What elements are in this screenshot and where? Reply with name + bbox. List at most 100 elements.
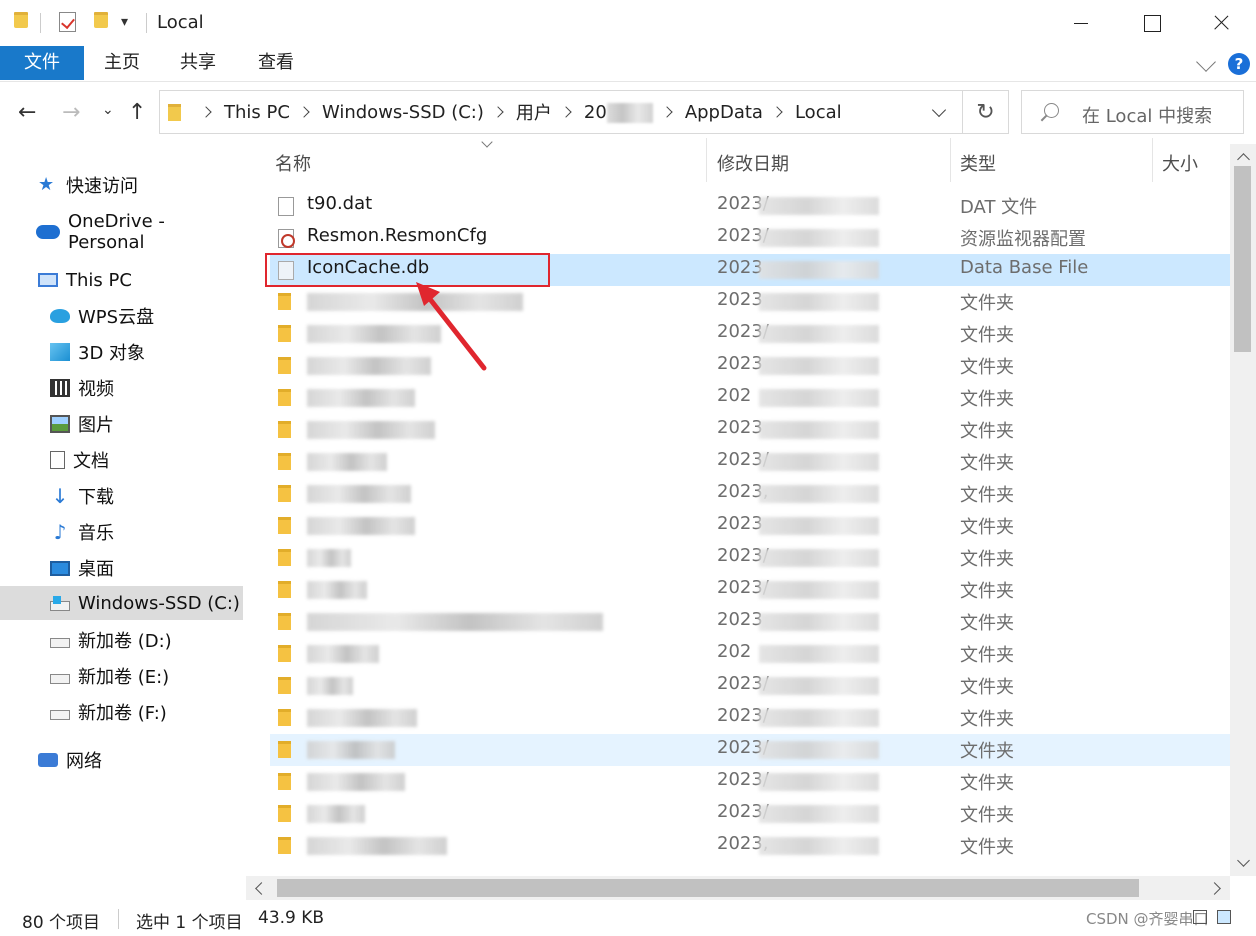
column-divider[interactable]: [1152, 138, 1153, 182]
nav-downloads[interactable]: ↓ 下载: [50, 479, 240, 513]
nav-3d-objects[interactable]: 3D 对象: [50, 335, 240, 369]
forward-arrow-icon[interactable]: →: [62, 100, 80, 125]
help-icon[interactable]: ?: [1228, 53, 1250, 75]
column-divider[interactable]: [706, 138, 707, 182]
maximize-button[interactable]: [1116, 0, 1186, 46]
column-date[interactable]: 修改日期: [717, 150, 789, 176]
redacted-date: [759, 229, 879, 247]
breadcrumb-drive[interactable]: Windows-SSD (C:): [322, 102, 484, 123]
vertical-scroll-thumb[interactable]: [1234, 166, 1251, 352]
file-row[interactable]: 2023, 文件夹: [270, 830, 1230, 862]
column-headers: 名称 修改日期 类型 大小: [246, 138, 1230, 182]
file-row[interactable]: 2023/文件夹: [270, 702, 1230, 734]
cloud-icon: [36, 225, 60, 239]
nav-wps-cloud[interactable]: WPS云盘: [50, 299, 240, 333]
file-type: 文件夹: [960, 389, 1014, 410]
tab-file[interactable]: 文件: [0, 46, 84, 80]
breadcrumb: This PC Windows-SSD (C:) 用户 20 AppData L…: [192, 91, 842, 133]
nav-quick-access[interactable]: ★ 快速访问: [38, 168, 238, 202]
chevron-right-icon[interactable]: [200, 106, 212, 118]
breadcrumb-user[interactable]: 20: [584, 102, 653, 123]
chevron-right-icon[interactable]: [771, 106, 783, 118]
customize-toolbar-chevron-icon[interactable]: ▾: [121, 14, 128, 30]
breadcrumb-local[interactable]: Local: [795, 102, 842, 123]
file-row[interactable]: 2023, 文件夹: [270, 478, 1230, 510]
large-icons-view-icon[interactable]: [1217, 910, 1231, 924]
annotation-highlight-box: [265, 253, 550, 287]
file-row[interactable]: 2023 文件夹: [270, 414, 1230, 446]
window-title: Local: [157, 12, 204, 33]
tab-view[interactable]: 查看: [244, 46, 308, 80]
expand-ribbon-chevron-icon[interactable]: [1196, 52, 1216, 72]
chevron-right-icon[interactable]: [298, 106, 310, 118]
column-divider[interactable]: [950, 138, 951, 182]
file-date: 2023: [717, 289, 763, 310]
file-row[interactable]: 2023/文件夹: [270, 766, 1230, 798]
folder-icon: [168, 104, 181, 121]
properties-icon[interactable]: [59, 12, 76, 32]
folder-icon: [278, 517, 291, 534]
redacted-file-name: [307, 453, 387, 471]
redacted-date: [759, 197, 879, 215]
nav-videos[interactable]: 视频: [50, 371, 240, 405]
details-view-icon[interactable]: [1193, 910, 1207, 924]
file-row[interactable]: 202 文件夹: [270, 382, 1230, 414]
column-size[interactable]: 大小: [1162, 150, 1198, 176]
recent-locations-chevron-icon[interactable]: ⌄: [102, 102, 114, 118]
file-row[interactable]: 2023/文件夹: [270, 446, 1230, 478]
new-folder-icon[interactable]: [94, 12, 108, 28]
file-row[interactable]: 2023/文件夹: [270, 574, 1230, 606]
file-row[interactable]: 2023/文件夹: [270, 670, 1230, 702]
file-row[interactable]: 2023/文件夹: [270, 542, 1230, 574]
address-history-chevron-icon[interactable]: [931, 102, 947, 118]
star-icon: ★: [38, 174, 55, 195]
address-bar[interactable]: This PC Windows-SSD (C:) 用户 20 AppData L…: [159, 90, 963, 134]
nav-pictures[interactable]: 图片: [50, 407, 240, 441]
back-arrow-icon[interactable]: ←: [18, 100, 36, 125]
redacted-file-name: [307, 389, 415, 407]
redacted-file-name: [307, 613, 603, 631]
nav-music[interactable]: ♪ 音乐: [50, 515, 240, 549]
column-name[interactable]: 名称: [275, 150, 311, 176]
file-type: DAT 文件: [960, 197, 1038, 218]
nav-drive-d[interactable]: 新加卷 (D:): [50, 623, 240, 657]
nav-windows-ssd[interactable]: Windows-SSD (C:): [0, 586, 243, 620]
file-list: 名称 修改日期 类型 大小 t90.dat 2023/DAT 文件 Resmon.R…: [246, 138, 1230, 876]
file-row[interactable]: 2023/文件夹: [270, 798, 1230, 830]
up-arrow-icon[interactable]: ↑: [128, 100, 146, 125]
file-row[interactable]: 2023 文件夹: [270, 510, 1230, 542]
cube-icon: [50, 343, 70, 361]
file-row[interactable]: 2023 文件夹: [270, 606, 1230, 638]
folder-icon[interactable]: [14, 12, 28, 28]
chevron-right-icon[interactable]: [661, 106, 673, 118]
folder-icon: [278, 485, 291, 502]
nav-network[interactable]: 网络: [38, 743, 238, 777]
file-row[interactable]: Resmon.ResmonCfg 2023/资源监视器配置: [270, 222, 1230, 254]
chevron-right-icon[interactable]: [492, 106, 504, 118]
search-input[interactable]: 在 Local 中搜索: [1021, 90, 1244, 134]
redacted-date: [759, 709, 879, 727]
nav-drive-e[interactable]: 新加卷 (E:): [50, 659, 240, 693]
redacted-file-name: [307, 709, 417, 727]
breadcrumb-appdata[interactable]: AppData: [685, 102, 763, 123]
nav-documents[interactable]: 文档: [50, 443, 240, 477]
file-row[interactable]: t90.dat 2023/DAT 文件: [270, 190, 1230, 222]
refresh-button[interactable]: ↻: [963, 90, 1009, 134]
chevron-right-icon[interactable]: [560, 106, 572, 118]
drive-icon: [50, 637, 70, 648]
close-button[interactable]: [1186, 0, 1256, 46]
horizontal-scroll-thumb[interactable]: [277, 879, 1139, 897]
file-row[interactable]: 2023/文件夹: [270, 734, 1230, 766]
nav-onedrive[interactable]: OneDrive - Personal: [36, 211, 242, 253]
column-type[interactable]: 类型: [960, 150, 996, 176]
minimize-button[interactable]: [1046, 0, 1116, 46]
nav-this-pc[interactable]: This PC: [38, 263, 238, 297]
breadcrumb-this-pc[interactable]: This PC: [224, 102, 290, 123]
tab-share[interactable]: 共享: [166, 46, 230, 80]
nav-drive-f[interactable]: 新加卷 (F:): [50, 695, 240, 729]
nav-desktop[interactable]: 桌面: [50, 551, 240, 585]
tab-home[interactable]: 主页: [90, 46, 154, 80]
breadcrumb-users[interactable]: 用户: [516, 99, 552, 125]
redacted-date: [759, 581, 879, 599]
file-row[interactable]: 202 文件夹: [270, 638, 1230, 670]
